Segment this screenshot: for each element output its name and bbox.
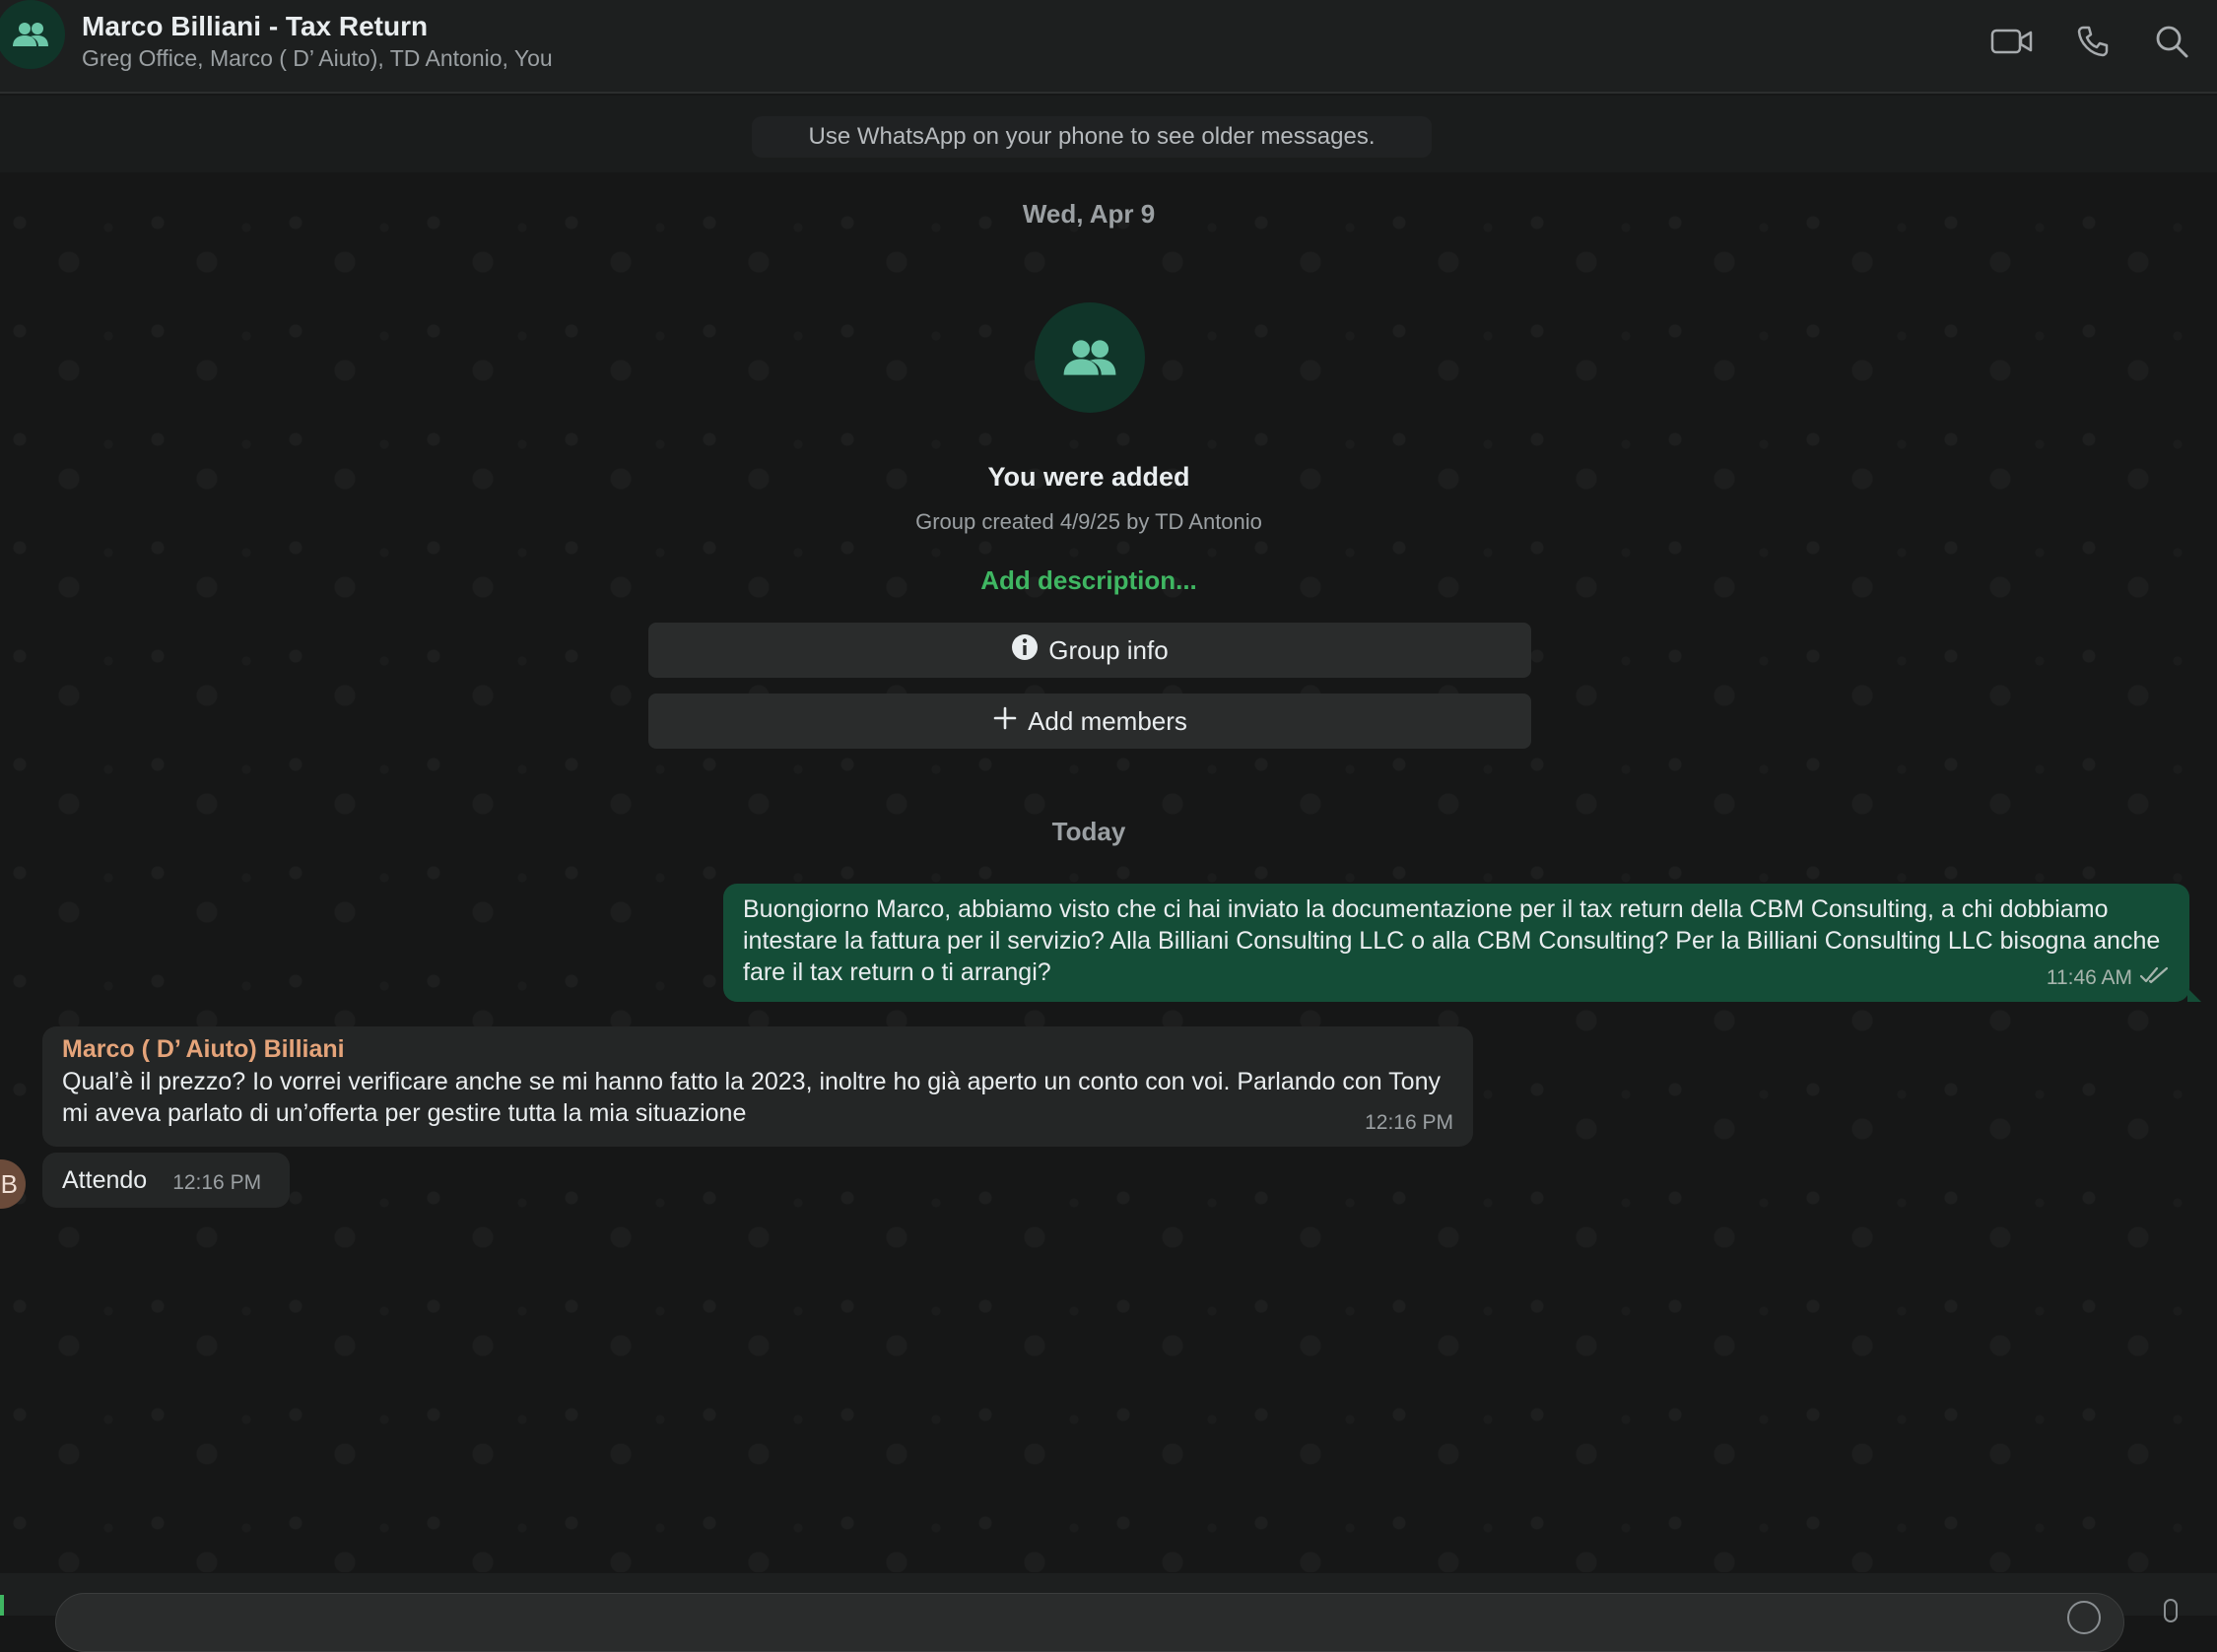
- group-icon: [1035, 302, 1145, 413]
- you-were-added-heading: You were added: [987, 462, 1190, 492]
- message-text: Buongiorno Marco, abbiamo visto che ci h…: [743, 895, 2161, 986]
- message-meta: 11:46 AM: [2047, 962, 2170, 994]
- group-created-info: Group created 4/9/25 by TD Antonio: [915, 509, 1262, 534]
- older-messages-banner: Use WhatsApp on your phone to see older …: [0, 96, 2217, 172]
- video-call-icon[interactable]: [1990, 22, 2034, 61]
- group-info-label: Group info: [1048, 634, 1169, 665]
- chat-participants[interactable]: Greg Office, Marco ( D’ Aiuto), TD Anton…: [82, 45, 553, 72]
- info-icon: [1011, 633, 1039, 668]
- message-text: Attendo: [62, 1166, 148, 1194]
- outgoing-message[interactable]: Buongiorno Marco, abbiamo visto che ci h…: [723, 884, 2201, 1002]
- add-description-link[interactable]: Add description...: [980, 565, 1197, 596]
- double-check-icon: [2139, 962, 2170, 994]
- plus-icon: [992, 705, 1018, 738]
- microphone-icon[interactable]: [2164, 1599, 2178, 1622]
- bubble-tail: [2187, 988, 2201, 1002]
- add-members-button[interactable]: Add members: [648, 694, 1531, 749]
- message-time: 11:46 AM: [2046, 966, 2132, 989]
- message-input[interactable]: [55, 1593, 2124, 1652]
- date-separator-today: Today: [1051, 817, 1126, 846]
- chat-header[interactable]: Marco Billiani - Tax Return Greg Office,…: [0, 0, 2217, 94]
- incoming-message[interactable]: Attendo 12:16 PM: [42, 1153, 290, 1208]
- compose-bar: [0, 1573, 2217, 1652]
- date-separator: Wed, Apr 9: [1022, 199, 1156, 229]
- message-text: Qual’è il prezzo? Io vorrei verificare a…: [62, 1068, 1441, 1127]
- message-time: 12:16 PM: [1365, 1111, 1453, 1134]
- add-members-label: Add members: [1028, 705, 1187, 736]
- phone-icon[interactable]: [2071, 22, 2115, 61]
- incoming-message[interactable]: Marco ( D’ Aiuto) Billiani Qual’è il pre…: [42, 1026, 1473, 1147]
- attach-icon[interactable]: [0, 1595, 4, 1616]
- chat-title[interactable]: Marco Billiani - Tax Return: [82, 11, 428, 42]
- group-info-button[interactable]: Group info: [648, 623, 1531, 678]
- search-icon[interactable]: [2150, 22, 2193, 61]
- emoji-icon[interactable]: [2067, 1601, 2101, 1634]
- older-messages-notice: Use WhatsApp on your phone to see older …: [752, 116, 1432, 158]
- group-avatar-icon[interactable]: [0, 0, 65, 69]
- message-time: 12:16 PM: [172, 1171, 262, 1194]
- message-sender[interactable]: Marco ( D’ Aiuto) Billiani: [62, 1034, 1453, 1064]
